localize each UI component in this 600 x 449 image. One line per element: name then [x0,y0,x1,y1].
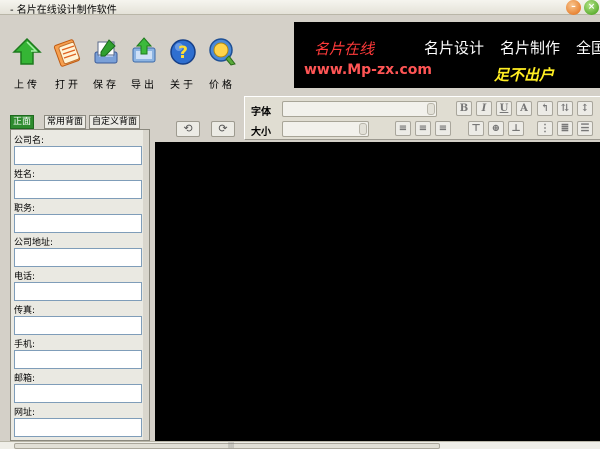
phone-input[interactable] [14,282,142,301]
distribute-icon[interactable]: ⋮ [537,121,553,136]
text-format-panel: 字体 大小 B I U A ↰ ⇅ ↕ ≡ ≡ ≡ ⊤ ⊕ ⊥ ⋮ ≣ ☰ [244,96,600,140]
about-button[interactable]: ? 关于 [166,36,200,96]
open-button[interactable]: 打开 [51,36,85,96]
size-select[interactable] [282,121,369,137]
phone-label: 电话: [14,272,36,282]
price-icon [209,38,236,66]
banner-slogan: 名片在线 [314,40,375,58]
address-input[interactable] [14,248,142,267]
font-select[interactable] [282,101,437,117]
align-middle-icon[interactable]: ⊕ [488,121,504,136]
title-label: 职务: [14,204,36,214]
banner-tagline: 足不出户 [494,66,555,84]
size-select-arrow-icon[interactable] [359,123,367,135]
banner-item-nation: 全国 [576,39,600,57]
undo-button[interactable]: ⟲ [176,121,200,137]
justify-icon[interactable]: ≣ [557,121,573,136]
export-icon [132,37,156,63]
banner-item-make: 名片制作 [500,39,561,57]
rotate-icon[interactable]: ↰ [537,101,553,116]
redo-button[interactable]: ⟳ [211,121,235,137]
mobile-label: 手机: [14,340,36,350]
help-icon: ? [170,39,196,65]
company-input[interactable] [14,146,142,165]
price-button[interactable]: 价格 [205,36,239,96]
advertisement-banner[interactable]: 名片在线 名片设计 名片制作 全国 www.Mp-zx.com 足不出户 [294,22,600,88]
font-label: 字体 [251,107,271,118]
align-center-icon[interactable]: ≡ [415,121,431,136]
design-canvas[interactable] [155,142,600,441]
name-input[interactable] [14,180,142,199]
tab-front[interactable]: 正面 [10,115,35,129]
name-label: 姓名: [14,170,36,180]
align-bottom-icon[interactable]: ⊥ [508,121,524,136]
list-icon[interactable]: ☰ [577,121,593,136]
align-left-icon[interactable]: ≡ [395,121,411,136]
align-right-icon[interactable]: ≡ [435,121,451,136]
scrollbar-grip-icon: ||| [228,442,235,449]
address-label: 公司地址: [14,238,54,248]
align-top-icon[interactable]: ⊤ [468,121,484,136]
fax-input[interactable] [14,316,142,335]
open-folder-icon [53,39,81,67]
banner-url: www.Mp-zx.com [304,62,432,78]
card-info-form: 公司名: 姓名: 职务: 公司地址: 电话: 传真: 手机: 邮箱: 网址: [10,129,150,441]
save-icon [94,39,118,64]
email-input[interactable] [14,384,142,403]
mobile-input[interactable] [14,350,142,369]
upload-arrow-icon [12,37,42,65]
spacing-icon[interactable]: ⇅ [557,101,573,116]
upload-button[interactable]: 上传 [10,36,44,96]
website-input[interactable] [14,418,142,437]
email-label: 邮箱: [14,374,36,384]
scrollbar-thumb[interactable] [14,443,440,449]
window-title: - 名片在线设计制作软件 [10,5,117,16]
company-label: 公司名: [14,136,45,146]
italic-button[interactable]: I [476,101,492,116]
website-label: 网址: [14,408,36,418]
horizontal-scrollbar[interactable]: ||| [0,441,600,449]
bold-button[interactable]: B [456,101,472,116]
banner-item-design: 名片设计 [424,39,485,57]
font-select-arrow-icon[interactable] [427,103,435,115]
tab-common-back[interactable]: 常用背面 [44,115,87,129]
title-bar: - 名片在线设计制作软件 – × [0,0,600,16]
close-icon[interactable]: × [584,0,599,15]
line-spacing-icon[interactable]: ↕ [577,101,593,116]
minimize-icon[interactable]: – [566,0,581,15]
save-button[interactable]: 保存 [89,36,123,96]
size-label: 大小 [251,127,271,138]
title-input[interactable] [14,214,142,233]
main-toolbar: 上传 打开 保存 导出 ? 关于 价格 [0,36,250,96]
tab-custom-back[interactable]: 自定义背面 [89,115,141,129]
form-scrollbar[interactable] [143,130,149,440]
fax-label: 传真: [14,306,36,316]
font-color-button[interactable]: A [516,101,532,116]
underline-button[interactable]: U [496,101,512,116]
svg-text:?: ? [178,43,188,63]
export-button[interactable]: 导出 [127,36,161,96]
